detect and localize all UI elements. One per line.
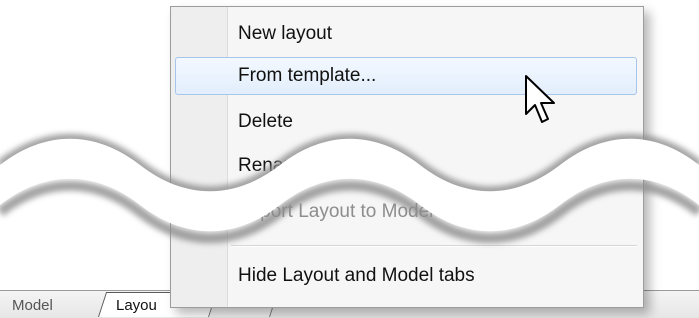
mouse-pointer-icon (525, 75, 555, 123)
torn-edge-overlay (0, 133, 699, 244)
screenshot-canvas: Model Layou New layout From template... … (0, 0, 699, 318)
